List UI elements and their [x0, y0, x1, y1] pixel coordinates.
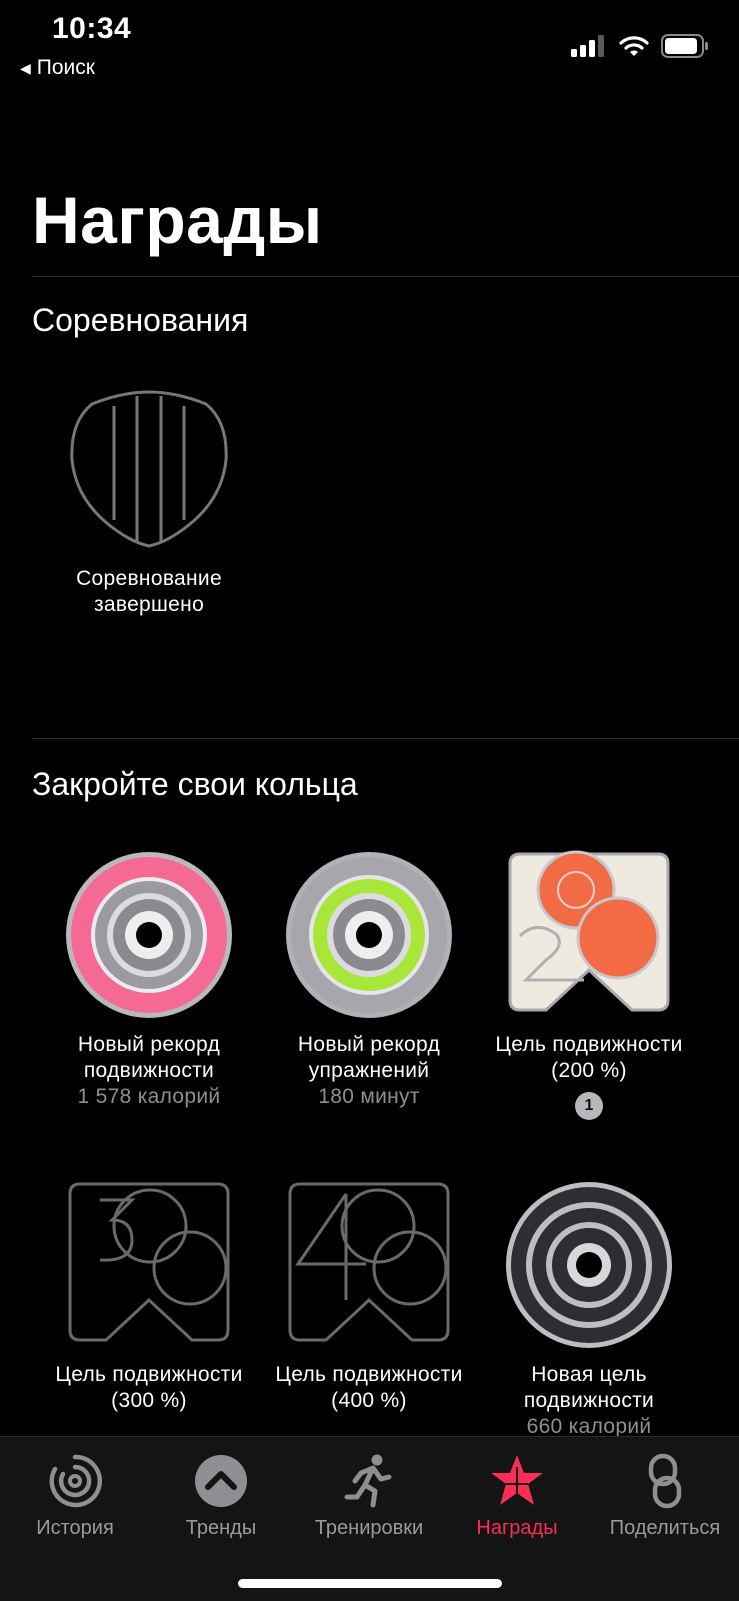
award-move-goal-200[interactable]: Цель подвижности (200 %) 1 — [479, 850, 699, 1120]
back-link-label: Поиск — [36, 56, 95, 79]
page-title: Награды — [32, 183, 323, 257]
award-label: Новый рекорд упражнений — [297, 1033, 441, 1082]
divider — [32, 276, 739, 277]
tab-history[interactable]: История — [0, 1453, 150, 1540]
award-new-move-goal[interactable]: Новая цель подвижности 660 калорий — [479, 1180, 699, 1440]
status-icons — [571, 34, 709, 58]
award-label: Цель подвижности (300 %) — [55, 1363, 243, 1412]
tab-label: Тренировки — [314, 1517, 424, 1539]
award-value: 180 минут — [318, 1085, 420, 1108]
history-rings-icon — [49, 1454, 102, 1508]
award-exercise-record[interactable]: Новый рекорд упражнений 180 минут — [259, 850, 479, 1110]
section-title-competitions: Соревнования — [32, 302, 249, 338]
competition-shield-icon — [70, 390, 228, 548]
divider — [32, 738, 739, 739]
running-figure-icon — [344, 1454, 392, 1508]
awards-star-icon — [491, 1455, 543, 1505]
move-goal-400-outline-icon — [288, 1182, 450, 1342]
new-move-goal-medal-icon — [506, 1182, 672, 1348]
tab-awards[interactable]: Награды — [442, 1453, 592, 1540]
home-indicator[interactable] — [238, 1579, 502, 1588]
tab-label: Награды — [476, 1517, 558, 1539]
back-to-search-link[interactable]: ◀ Поиск — [20, 56, 95, 80]
tab-share[interactable]: Поделиться — [590, 1453, 739, 1540]
back-triangle-icon: ◀ — [20, 59, 31, 76]
tab-label: История — [36, 1517, 114, 1539]
award-value: 1 578 калорий — [77, 1085, 221, 1108]
battery-icon — [661, 34, 708, 58]
section-title-close-rings: Закройте свои кольца — [32, 766, 358, 802]
award-move-goal-300[interactable]: Цель подвижности (300 %) — [39, 1180, 259, 1414]
status-bar: 10:34 ◀ Поиск — [0, 0, 739, 88]
move-record-medal-icon — [66, 852, 232, 1018]
award-label: Новый рекорд подвижности — [77, 1033, 221, 1082]
tab-workouts[interactable]: Тренировки — [294, 1453, 444, 1540]
move-goal-300-outline-icon — [68, 1182, 230, 1342]
award-label: Цель подвижности (200 %) — [495, 1033, 683, 1082]
trends-chevron-up-icon — [195, 1455, 247, 1507]
award-competition-completed[interactable]: Соревнование завершено — [39, 388, 259, 618]
award-label: Цель подвижности (400 %) — [275, 1363, 463, 1412]
tab-label: Поделиться — [609, 1517, 721, 1539]
award-move-goal-400[interactable]: Цель подвижности (400 %) — [259, 1180, 479, 1414]
award-move-record[interactable]: Новый рекорд подвижности 1 578 калорий — [39, 850, 259, 1110]
move-goal-200-badge-icon — [508, 850, 670, 1012]
award-label: Соревнование завершено — [76, 567, 222, 616]
tab-trends[interactable]: Тренды — [146, 1453, 296, 1540]
share-links-icon — [648, 1453, 682, 1509]
cellular-signal-icon — [571, 35, 604, 57]
wifi-icon — [619, 36, 649, 56]
tab-bar: История Тренды Тренировки Награды Подели… — [0, 1436, 739, 1601]
award-count-badge: 1 — [575, 1092, 603, 1120]
exercise-record-medal-icon — [286, 852, 452, 1018]
tab-label: Тренды — [185, 1517, 257, 1539]
award-label: Новая цель подвижности — [523, 1363, 655, 1412]
status-time: 10:34 — [52, 12, 132, 45]
